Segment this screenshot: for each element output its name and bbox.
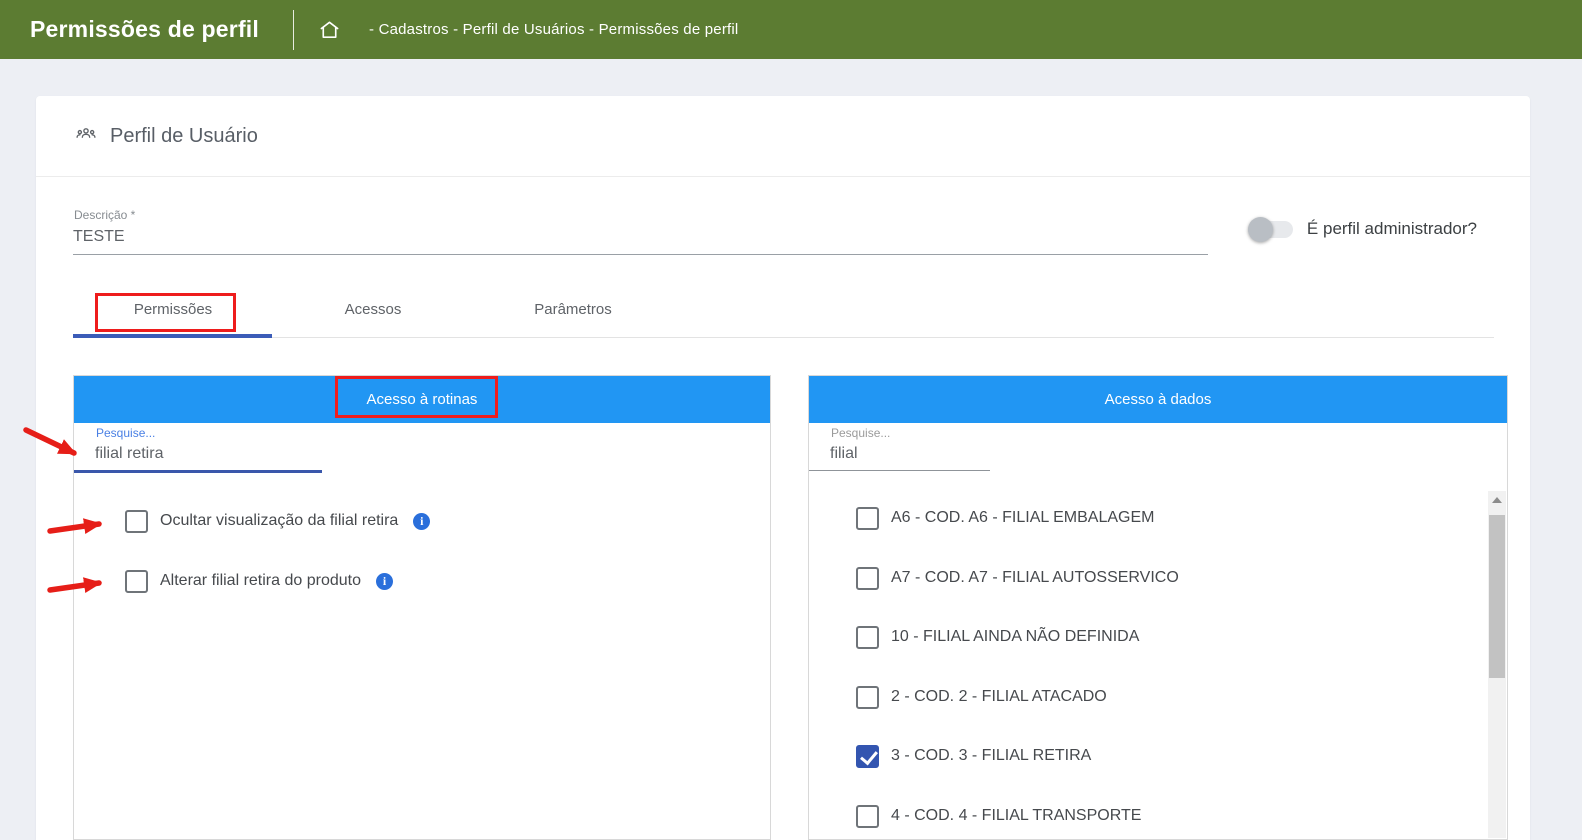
- branch-label: 2 - COD. 2 - FILIAL ATACADO: [891, 688, 1107, 706]
- branch-label: 10 - FILIAL AINDA NÃO DEFINIDA: [891, 628, 1139, 646]
- data-search-field: Pesquise...: [809, 423, 990, 471]
- info-icon[interactable]: [413, 513, 430, 530]
- checkbox-filial-3[interactable]: [856, 745, 879, 768]
- app-root: Permissões de perfil - Cadastros - Perfi…: [0, 0, 1582, 840]
- card-header: Perfil de Usuário: [36, 96, 1530, 177]
- description-label: Descrição *: [73, 208, 1208, 222]
- branch-label: 4 - COD. 4 - FILIAL TRANSPORTE: [891, 807, 1141, 825]
- branch-row: 4 - COD. 4 - FILIAL TRANSPORTE: [856, 802, 1141, 830]
- branch-row: 10 - FILIAL AINDA NÃO DEFINIDA: [856, 623, 1139, 651]
- tab-bar: Permissões Acessos Parâmetros: [73, 288, 673, 334]
- routine-row: Alterar filial retira do produto: [125, 567, 393, 595]
- branch-label: A6 - COD. A6 - FILIAL EMBALAGEM: [891, 509, 1154, 527]
- checkbox-filial-10[interactable]: [856, 626, 879, 649]
- branch-label: A7 - COD. A7 - FILIAL AUTOSSERVICO: [891, 569, 1179, 587]
- checkbox-ocultar-visualizacao[interactable]: [125, 510, 148, 533]
- admin-toggle: É perfil administrador?: [1248, 214, 1477, 244]
- vertical-scrollbar[interactable]: [1488, 491, 1506, 838]
- header-divider: [293, 10, 294, 50]
- admin-toggle-label: É perfil administrador?: [1307, 219, 1477, 239]
- routines-panel: Acesso à rotinas Pesquise... Ocultar vis…: [73, 375, 771, 840]
- routine-label: Alterar filial retira do produto: [160, 572, 361, 590]
- user-group-icon: [75, 123, 97, 150]
- data-search-input[interactable]: [809, 442, 1037, 470]
- data-panel-title: Acesso à dados: [809, 376, 1507, 423]
- data-access-panel: Acesso à dados Pesquise... A6 - COD. A6 …: [808, 375, 1508, 840]
- home-icon[interactable]: [318, 18, 341, 41]
- app-header: Permissões de perfil - Cadastros - Perfi…: [0, 0, 1582, 59]
- page-title: Permissões de perfil: [30, 16, 259, 43]
- active-tab-indicator: [73, 334, 272, 338]
- branch-label: 3 - COD. 3 - FILIAL RETIRA: [891, 747, 1091, 765]
- description-field: Descrição *: [73, 208, 1208, 255]
- routines-panel-title: Acesso à rotinas: [74, 376, 770, 423]
- tab-acessos[interactable]: Acessos: [273, 288, 473, 334]
- branch-row: A7 - COD. A7 - FILIAL AUTOSSERVICO: [856, 564, 1179, 592]
- checkbox-filial-a7[interactable]: [856, 567, 879, 590]
- branch-row: 2 - COD. 2 - FILIAL ATACADO: [856, 683, 1107, 711]
- checkbox-filial-a6[interactable]: [856, 507, 879, 530]
- card-title: Perfil de Usuário: [110, 125, 258, 148]
- routine-label: Ocultar visualização da filial retira: [160, 512, 398, 530]
- info-icon[interactable]: [376, 573, 393, 590]
- checkbox-filial-2[interactable]: [856, 686, 879, 709]
- checkbox-filial-4[interactable]: [856, 805, 879, 828]
- admin-toggle-switch[interactable]: [1248, 221, 1293, 238]
- profile-card: Perfil de Usuário Descrição * É perfil a…: [36, 96, 1530, 840]
- routines-search-label: Pesquise...: [74, 426, 322, 440]
- checkbox-alterar-filial[interactable]: [125, 570, 148, 593]
- tab-parametros[interactable]: Parâmetros: [473, 288, 673, 334]
- scroll-up-arrow-icon[interactable]: [1488, 491, 1506, 509]
- tab-divider: [73, 337, 1494, 338]
- branch-row: 3 - COD. 3 - FILIAL RETIRA: [856, 742, 1091, 770]
- breadcrumb: - Cadastros - Perfil de Usuários - Permi…: [369, 21, 738, 38]
- branch-row: A6 - COD. A6 - FILIAL EMBALAGEM: [856, 504, 1154, 532]
- routine-row: Ocultar visualização da filial retira: [125, 507, 430, 535]
- routines-search-input[interactable]: [74, 442, 302, 470]
- description-input[interactable]: [73, 226, 1208, 255]
- data-search-label: Pesquise...: [809, 426, 990, 440]
- tab-permissoes[interactable]: Permissões: [73, 288, 273, 334]
- toggle-knob: [1248, 217, 1273, 242]
- routines-search-field: Pesquise...: [74, 423, 322, 473]
- scrollbar-thumb[interactable]: [1489, 515, 1505, 678]
